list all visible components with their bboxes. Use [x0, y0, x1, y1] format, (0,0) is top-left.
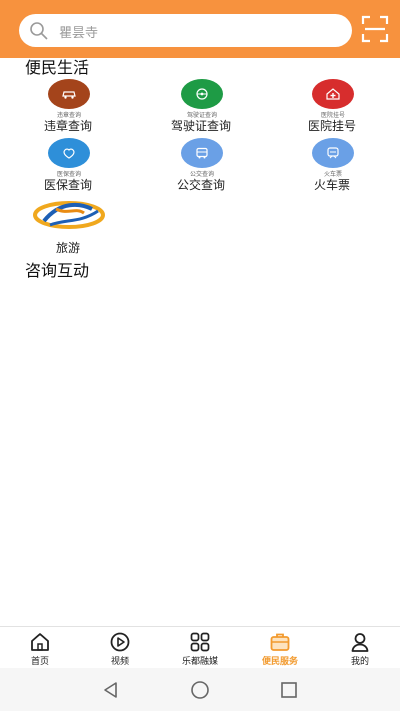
section-title-life: 便民生活: [25, 58, 90, 77]
grid-icon: [190, 632, 210, 652]
car-icon: [48, 79, 90, 109]
briefcase-icon: [270, 633, 290, 651]
travel-logo-icon: [33, 201, 105, 229]
service-hospital-registration[interactable]: 医院挂号 医院挂号: [272, 79, 392, 137]
home-icon: [31, 633, 49, 651]
tab-ledu-media[interactable]: 乐都融媒: [160, 631, 240, 669]
tab-label: 我的: [350, 657, 369, 667]
service-travel[interactable]: 旅游: [8, 197, 128, 255]
tab-home[interactable]: 首页: [0, 631, 80, 669]
bus-icon: [181, 138, 223, 168]
top-bar: 瞿昙寺: [0, 0, 400, 58]
service-violation-query[interactable]: 违章查询 违章查询: [8, 79, 128, 137]
medical-insurance-icon: [48, 138, 90, 168]
steering-wheel-icon: [181, 79, 223, 109]
search-placeholder: 瞿昙寺: [59, 26, 99, 41]
tab-label: 乐都融媒: [181, 657, 218, 667]
tab-video[interactable]: 视频: [80, 631, 160, 669]
scan-icon[interactable]: [361, 15, 389, 43]
home-circle-icon[interactable]: [190, 680, 210, 700]
service-label: 驾驶证查询: [170, 119, 231, 133]
service-label: 违章查询: [43, 119, 92, 133]
service-bus-query[interactable]: 公交查询 公交查询: [141, 138, 261, 196]
search-input[interactable]: 瞿昙寺: [19, 14, 352, 47]
service-license-query[interactable]: 驾驶证查询 驾驶证查询: [141, 79, 261, 137]
service-label: 火车票: [313, 178, 350, 192]
service-medical-insurance-query[interactable]: 医保查询 医保查询: [8, 138, 128, 196]
bottom-tab-bar: 首页 视频 乐都融媒 便民服务 我的: [0, 626, 400, 669]
tab-mine[interactable]: 我的: [320, 631, 400, 669]
service-label: 医院挂号: [307, 119, 356, 133]
train-icon: [312, 138, 354, 168]
tab-label: 便民服务: [261, 657, 298, 667]
service-label: 医保查询: [43, 178, 92, 192]
user-icon: [351, 633, 369, 652]
search-icon: [30, 22, 48, 40]
service-label: 旅游: [55, 241, 80, 255]
tab-label: 视频: [110, 657, 129, 667]
service-label: 公交查询: [176, 178, 225, 192]
hospital-icon: [312, 79, 354, 109]
tab-label: 首页: [30, 657, 49, 667]
service-train-ticket[interactable]: 火车票 火车票: [272, 138, 392, 196]
tab-convenience-services[interactable]: 便民服务: [240, 631, 320, 669]
recents-icon[interactable]: [279, 680, 299, 700]
section-title-consult: 咨询互动: [25, 261, 90, 280]
system-navigation-bar: [0, 668, 400, 711]
back-icon[interactable]: [101, 680, 121, 700]
play-icon: [110, 632, 130, 652]
